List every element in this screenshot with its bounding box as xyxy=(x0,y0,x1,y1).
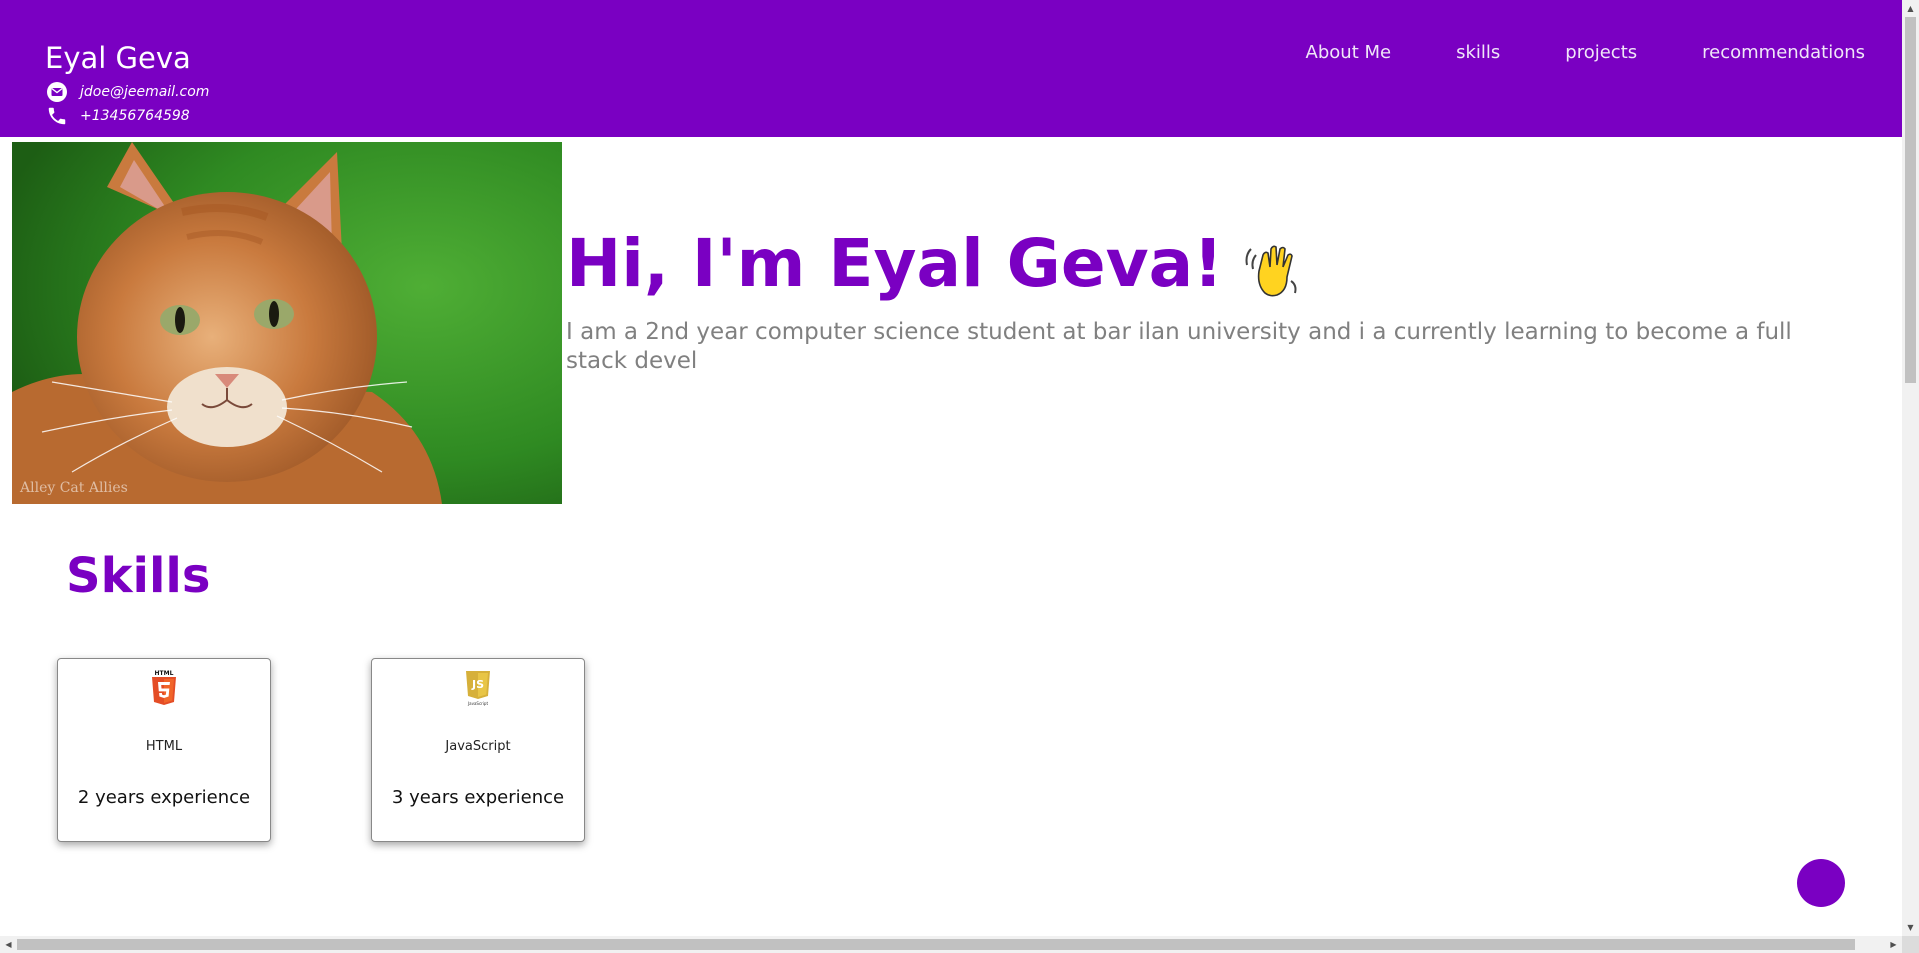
image-watermark: Alley Cat Allies xyxy=(19,480,128,496)
hero-title-text: Hi, I'm Eyal Geva! xyxy=(566,225,1224,302)
javascript-icon: JS JavaScript xyxy=(463,669,493,707)
svg-text:HTML: HTML xyxy=(155,670,174,677)
vertical-scroll-thumb[interactable] xyxy=(1905,17,1916,383)
nav-recommendations[interactable]: recommendations xyxy=(1702,42,1865,63)
contact-email: jdoe@jeemail.com xyxy=(45,80,209,104)
scroll-left-arrow-icon[interactable]: ◀ xyxy=(0,936,17,953)
horizontal-scroll-thumb[interactable] xyxy=(17,939,1855,950)
profile-cat-photo: Alley Cat Allies xyxy=(12,142,562,504)
skill-card-html: HTML HTML 2 years experience xyxy=(57,658,271,842)
vertical-scrollbar[interactable]: ▲ ▼ xyxy=(1902,0,1919,936)
nav-projects[interactable]: projects xyxy=(1565,42,1637,63)
skills-section-title: Skills xyxy=(66,548,211,604)
main-nav: About Me skills projects recommendations xyxy=(1306,42,1865,63)
svg-text:JavaScript: JavaScript xyxy=(467,701,488,706)
nav-skills[interactable]: skills xyxy=(1456,42,1500,63)
nav-about-me[interactable]: About Me xyxy=(1306,42,1392,63)
skill-name: JavaScript xyxy=(445,739,511,754)
skill-experience: 2 years experience xyxy=(77,787,251,808)
waving-hand-icon xyxy=(1243,235,1301,297)
phone-text[interactable]: +13456764598 xyxy=(80,108,190,124)
floating-action-button[interactable] xyxy=(1797,859,1845,907)
scroll-down-arrow-icon[interactable]: ▼ xyxy=(1902,919,1919,936)
svg-text:JS: JS xyxy=(471,678,484,691)
hero-description: I am a 2nd year computer science student… xyxy=(566,319,1792,374)
skill-name: HTML xyxy=(145,739,183,754)
html5-icon: HTML xyxy=(149,669,179,707)
horizontal-scrollbar[interactable]: ◀ ▶ xyxy=(0,936,1902,953)
scroll-right-arrow-icon[interactable]: ▶ xyxy=(1885,936,1902,953)
site-name: Eyal Geva xyxy=(45,41,191,75)
email-icon xyxy=(45,80,69,104)
site-header: Eyal Geva jdoe@jeemail.com +13456764598 … xyxy=(0,0,1902,137)
contact-phone: +13456764598 xyxy=(45,104,190,128)
skill-card-javascript: JS JavaScript JavaScript 3 years experie… xyxy=(371,658,585,842)
email-text[interactable]: jdoe@jeemail.com xyxy=(80,84,209,100)
viewport: Eyal Geva jdoe@jeemail.com +13456764598 … xyxy=(0,0,1919,953)
scroll-up-arrow-icon[interactable]: ▲ xyxy=(1902,0,1919,17)
phone-icon xyxy=(45,104,69,128)
scrollbar-corner xyxy=(1902,936,1919,953)
hero-title: Hi, I'm Eyal Geva! xyxy=(566,222,1301,306)
skill-experience: 3 years experience xyxy=(391,787,565,808)
